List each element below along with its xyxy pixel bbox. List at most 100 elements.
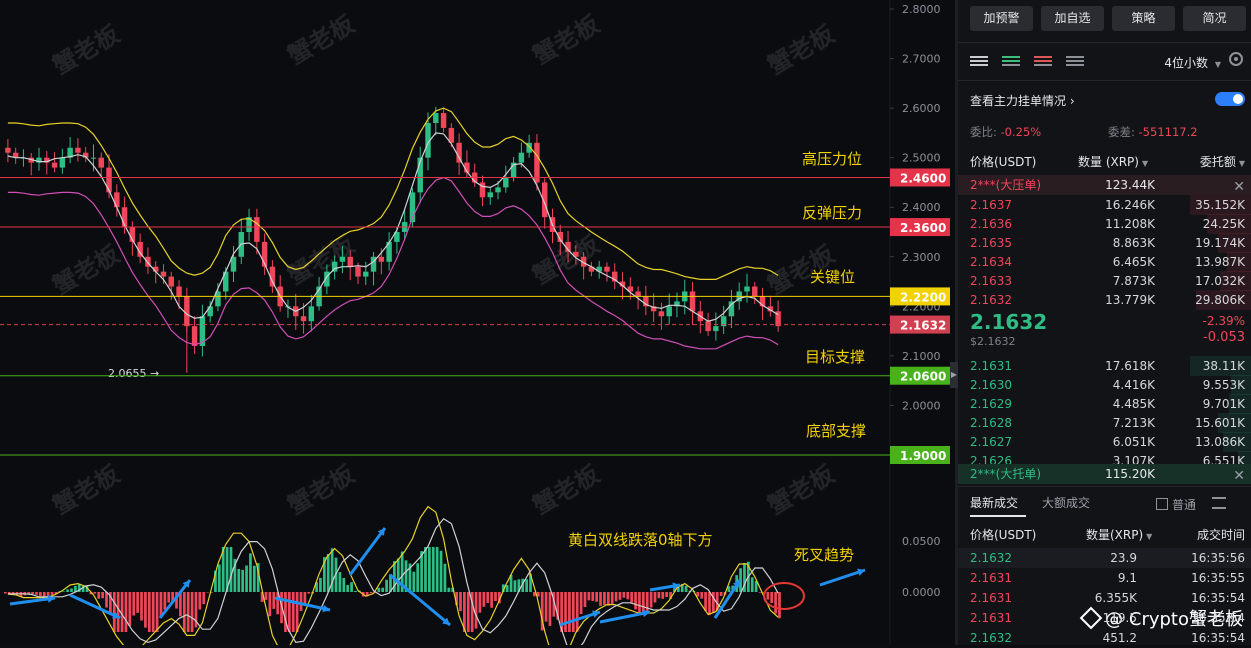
- macd-histogram-bar: [564, 592, 567, 632]
- y-tick-label: 2.6000: [902, 102, 941, 115]
- candle-body: [503, 177, 509, 188]
- candle-body: [487, 192, 493, 198]
- orderbook-mode-icons: [970, 52, 1084, 70]
- candle-body: [51, 162, 58, 168]
- low-price-marker: 2.0655 →: [108, 367, 159, 380]
- both-sides-mode-icon[interactable]: [970, 52, 988, 70]
- level-tag-label: 1.9000: [900, 449, 946, 463]
- big-ask-row[interactable]: 2***(大压单) 123.44K ✕: [958, 175, 1251, 195]
- candle-body: [184, 296, 190, 327]
- ask-row[interactable]: 2.1636 11.208K 24.25K: [958, 214, 1251, 234]
- kline-chart-area[interactable]: 2.8000 2.7000 2.6000 2.5000 2.4000 2.3000 2.20…: [0, 0, 955, 645]
- macd-annotation: 黄白双线跌落0轴下方: [568, 531, 713, 549]
- ask-row[interactable]: 2.1634 6.465K 13.987K: [958, 252, 1251, 272]
- bids-mode-icon[interactable]: [1002, 52, 1020, 70]
- filter-icon[interactable]: [1212, 497, 1226, 509]
- candle-body: [518, 152, 525, 163]
- big-bid-label: 2***(大托单): [970, 467, 1041, 481]
- macd-histogram-bar: [684, 585, 688, 592]
- trade-row[interactable]: 2.1631 119.5 16:35:54: [958, 608, 1251, 628]
- macd-histogram-bar: [505, 585, 509, 592]
- candle-body: [5, 147, 11, 153]
- bid-row[interactable]: 2.1630 4.416K 9.553K: [958, 375, 1251, 395]
- trade-row[interactable]: 2.1631 6.355K 16:35:54: [958, 588, 1251, 608]
- macd-tick-label: 0.0000: [902, 586, 941, 599]
- normal-checkbox[interactable]: [1156, 498, 1168, 510]
- candle-body: [59, 157, 66, 168]
- settings-gear-icon[interactable]: [1229, 52, 1243, 66]
- ob-header-qty[interactable]: 数量 (XRP) ▼: [1078, 153, 1148, 170]
- bid-row[interactable]: 2.1629 4.485K 9.701K: [958, 394, 1251, 414]
- bid-row[interactable]: 2.1627 6.051K 13.086K: [958, 432, 1251, 452]
- strategy-button[interactable]: 策略: [1112, 6, 1175, 31]
- macd-histogram-bar: [482, 592, 486, 607]
- candle-body: [744, 286, 750, 292]
- macd-histogram-bar: [766, 592, 770, 600]
- ask-row[interactable]: 2.1635 8.863K 19.174K: [958, 233, 1251, 253]
- depth-mode-icon[interactable]: [1066, 52, 1084, 70]
- trade-row[interactable]: 2.1631 9.1 16:35:55: [958, 568, 1251, 588]
- trade-row[interactable]: 2.1632 23.9 16:35:56: [958, 548, 1251, 568]
- add-watchlist-button[interactable]: 加自选: [1041, 6, 1104, 31]
- kline-chart-svg[interactable]: 2.80002.70002.60002.50002.40002.30002.20…: [0, 0, 955, 645]
- big-bid-row[interactable]: 2***(大托单) 115.20K ✕: [958, 464, 1251, 484]
- macd-histogram-bar: [657, 592, 661, 599]
- trade-header-qty[interactable]: 数量(XRP) ▼: [1086, 526, 1152, 543]
- change-value: -0.053: [1203, 330, 1245, 345]
- mainforce-toggle[interactable]: [1215, 92, 1245, 106]
- chart-watermark: 蟹老板: [763, 459, 840, 520]
- chart-watermark: 蟹老板: [528, 459, 605, 520]
- bid-price: 2.1629: [970, 397, 1012, 411]
- ask-row[interactable]: 2.1632 13.779K 29.806K: [958, 290, 1251, 310]
- macd-histogram-bar: [93, 592, 97, 594]
- macd-histogram-bar: [591, 592, 595, 601]
- y-tick-label: 2.7000: [902, 53, 941, 66]
- trade-price: 2.1631: [970, 571, 1012, 585]
- tab-large-trades[interactable]: 大额成交: [1042, 494, 1090, 511]
- macd-histogram-bar: [719, 592, 723, 597]
- macd-histogram-bar: [649, 592, 653, 608]
- candle-body: [75, 147, 81, 153]
- chart-watermark: 蟹老板: [48, 19, 125, 80]
- trade-qty: 9.1: [1117, 571, 1137, 585]
- macd-histogram-bar: [62, 591, 66, 592]
- asks-mode-icon[interactable]: [1034, 52, 1052, 70]
- collapse-handle-icon[interactable]: ▶: [950, 362, 958, 388]
- overview-button[interactable]: 简况: [1183, 6, 1246, 31]
- bid-row[interactable]: 2.1628 7.213K 15.601K: [958, 413, 1251, 433]
- candle-body: [98, 157, 104, 168]
- macd-histogram-bar: [116, 592, 120, 632]
- decimal-select[interactable]: 4位小数 ▼: [1164, 54, 1221, 71]
- ask-row[interactable]: 2.1637 16.246K 35.152K: [958, 195, 1251, 215]
- trend-arrow: [274, 596, 331, 612]
- ask-qty: 13.779K: [1105, 293, 1155, 307]
- close-icon[interactable]: ✕: [1233, 177, 1245, 197]
- ask-row[interactable]: 2.1633 7.873K 17.032K: [958, 271, 1251, 291]
- trade-qty: 451.2: [1102, 631, 1137, 645]
- macd-annotation: 死叉趋势: [794, 546, 854, 564]
- candle-body: [90, 157, 97, 159]
- close-icon[interactable]: ✕: [1233, 466, 1245, 486]
- macd-histogram-bar: [435, 547, 439, 592]
- candle-body: [207, 306, 213, 317]
- ob-header-amount[interactable]: 委托额 ▼: [1200, 153, 1245, 170]
- macd-histogram-bar: [645, 592, 649, 613]
- macd-histogram-bar: [381, 587, 385, 592]
- bid-row[interactable]: 2.1631 17.618K 38.11K: [958, 356, 1251, 376]
- trade-row[interactable]: 2.1632 451.2 16:35:54: [958, 628, 1251, 648]
- macd-histogram-bar: [634, 592, 637, 610]
- death-cross-circle: [763, 582, 805, 610]
- candle-body: [300, 316, 307, 322]
- toolbar: 加预警 加自选 策略 简况: [970, 6, 1246, 31]
- macd-histogram-bar: [186, 592, 190, 632]
- add-alert-button[interactable]: 加预警: [970, 6, 1033, 31]
- macd-histogram-bar: [622, 592, 626, 598]
- macd-histogram-bar: [474, 592, 478, 629]
- macd-histogram-bar: [459, 592, 462, 612]
- macd-histogram-bar: [396, 558, 400, 592]
- tab-latest-trades[interactable]: 最新成交: [970, 494, 1018, 511]
- side-panel: 加预警 加自选 策略 简况 4位小数 ▼ 查看主力挂单情况 › 委比: -0.2…: [958, 0, 1251, 645]
- macd-histogram-bar: [295, 592, 299, 632]
- level-tag-label: 2.3600: [900, 221, 946, 235]
- mainforce-label[interactable]: 查看主力挂单情况 ›: [970, 92, 1075, 109]
